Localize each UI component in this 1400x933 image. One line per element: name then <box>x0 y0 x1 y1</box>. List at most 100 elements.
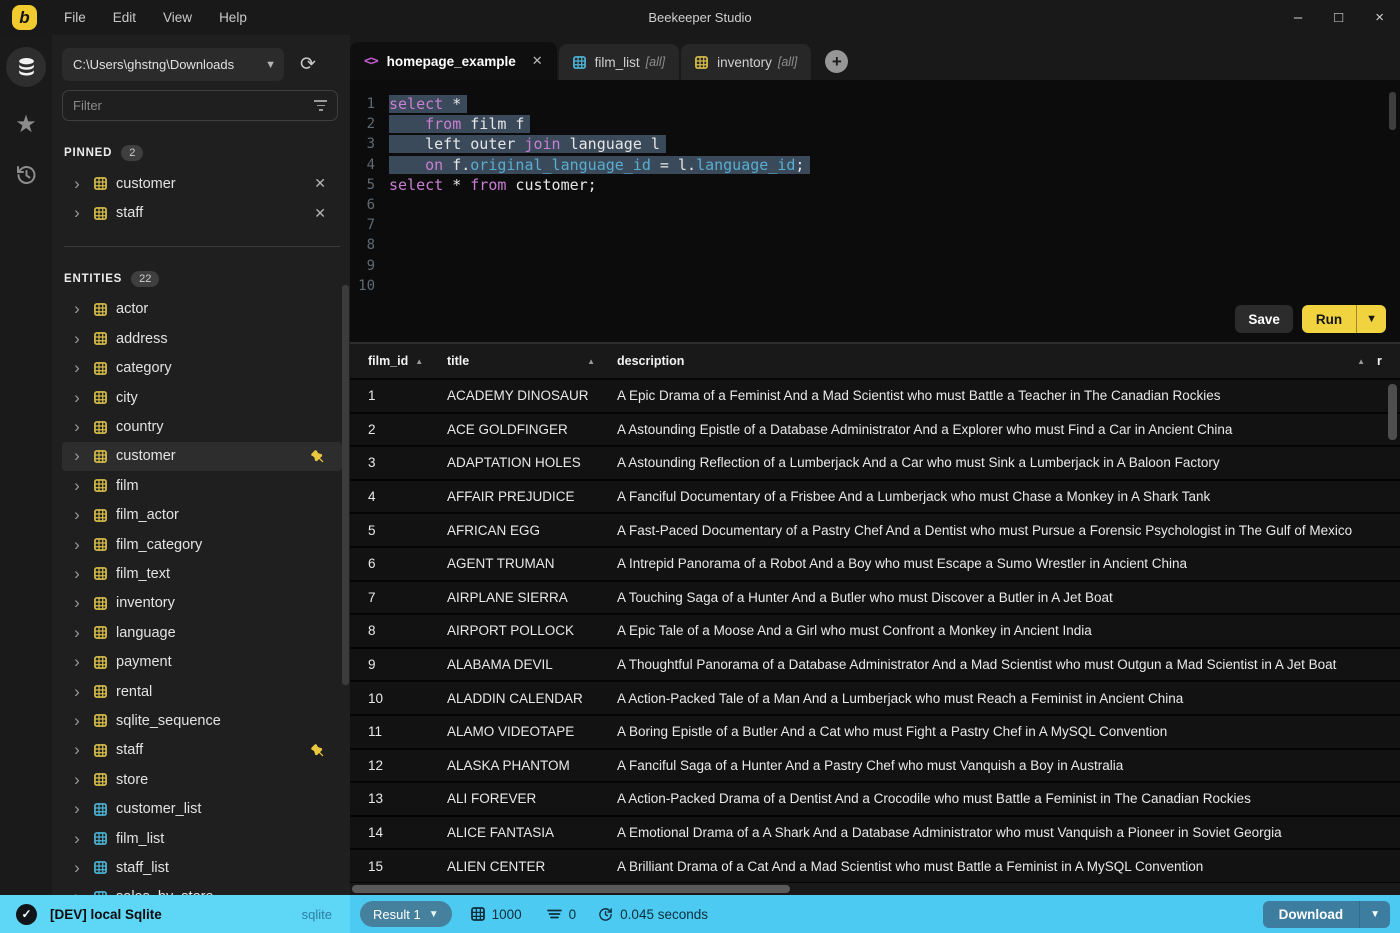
table-row[interactable]: 12 ALASKA PHANTOM A Fanciful Saga of a H… <box>350 749 1400 784</box>
sidebar-item-staff_list[interactable]: › staff_list <box>62 853 342 882</box>
sidebar-item-store[interactable]: › store <box>62 765 342 794</box>
menu-view[interactable]: View <box>163 10 192 25</box>
cell-film-id[interactable]: 6 <box>350 556 437 571</box>
sidebar-item-rental[interactable]: › rental <box>62 677 342 706</box>
cell-title[interactable]: ACADEMY DINOSAUR <box>437 388 607 403</box>
connection-status[interactable]: ✓ [DEV] local Sqlite sqlite <box>0 895 350 933</box>
refresh-icon[interactable]: ⟳ <box>300 53 316 76</box>
minimize-icon[interactable]: – <box>1294 0 1302 35</box>
cell-description[interactable]: A Brilliant Drama of a Cat And a Mad Sci… <box>607 859 1400 874</box>
cell-film-id[interactable]: 11 <box>350 724 437 739</box>
cell-description[interactable]: A Action-Packed Tale of a Man And a Lumb… <box>607 691 1400 706</box>
cell-description[interactable]: A Boring Epistle of a Butler And a Cat w… <box>607 724 1400 739</box>
save-button[interactable]: Save <box>1235 305 1293 333</box>
run-options-caret-icon[interactable]: ▼ <box>1356 305 1386 333</box>
pin-icon[interactable] <box>311 450 324 463</box>
editor-scrollbar[interactable] <box>1389 92 1396 130</box>
sql-editor[interactable]: 1 select * 2 from film f 3 left outer jo… <box>350 80 1400 342</box>
menu-edit[interactable]: Edit <box>113 10 136 25</box>
cell-title[interactable]: ALABAMA DEVIL <box>437 657 607 672</box>
cell-film-id[interactable]: 12 <box>350 758 437 773</box>
chevron-right-icon[interactable]: › <box>68 741 86 758</box>
chevron-right-icon[interactable]: › <box>68 477 86 494</box>
cell-description[interactable]: A Emotional Drama of a A Shark And a Dat… <box>607 825 1400 840</box>
cell-description[interactable]: A Epic Tale of a Moose And a Girl who mu… <box>607 623 1400 638</box>
cell-film-id[interactable]: 2 <box>350 422 437 437</box>
tab-inventory[interactable]: inventory [all] <box>681 44 812 80</box>
chevron-right-icon[interactable]: › <box>68 683 86 700</box>
sidebar-item-customer[interactable]: › customer <box>62 441 342 472</box>
sidebar-item-category[interactable]: › category <box>62 354 342 383</box>
database-tab-button[interactable] <box>6 47 46 87</box>
results-horizontal-scrollbar[interactable] <box>350 883 1400 895</box>
chevron-right-icon[interactable]: › <box>68 565 86 582</box>
cell-film-id[interactable]: 9 <box>350 657 437 672</box>
cell-film-id[interactable]: 7 <box>350 590 437 605</box>
run-button[interactable]: Run ▼ <box>1301 305 1386 333</box>
chevron-right-icon[interactable]: › <box>68 536 86 553</box>
sidebar-item-city[interactable]: › city <box>62 383 342 412</box>
cell-title[interactable]: ADAPTATION HOLES <box>437 455 607 470</box>
sidebar-item-address[interactable]: › address <box>62 324 342 353</box>
column-header-title[interactable]: title ▲ <box>437 354 607 368</box>
table-row[interactable]: 9 ALABAMA DEVIL A Thoughtful Panorama of… <box>350 648 1400 683</box>
table-row[interactable]: 6 AGENT TRUMAN A Intrepid Panorama of a … <box>350 547 1400 582</box>
sidebar-item-sqlite_sequence[interactable]: › sqlite_sequence <box>62 706 342 735</box>
sidebar-item-payment[interactable]: › payment <box>62 647 342 676</box>
sidebar-item-inventory[interactable]: › inventory <box>62 589 342 618</box>
sidebar-item-film_actor[interactable]: › film_actor <box>62 501 342 530</box>
pin-icon[interactable] <box>311 744 324 757</box>
cell-title[interactable]: ALADDIN CALENDAR <box>437 691 607 706</box>
results-vertical-scrollbar[interactable] <box>1388 384 1397 440</box>
chevron-right-icon[interactable]: › <box>68 771 86 788</box>
cell-title[interactable]: ALI FOREVER <box>437 791 607 806</box>
chevron-right-icon[interactable]: › <box>68 300 86 317</box>
favorites-star-icon[interactable]: ★ <box>15 113 37 137</box>
chevron-right-icon[interactable]: › <box>68 418 86 435</box>
cell-title[interactable]: ACE GOLDFINGER <box>437 422 607 437</box>
chevron-right-icon[interactable]: › <box>68 653 86 670</box>
menu-help[interactable]: Help <box>219 10 247 25</box>
chevron-right-icon[interactable]: › <box>68 800 86 817</box>
pinned-item-customer[interactable]: › customer ✕ <box>62 169 342 198</box>
menu-file[interactable]: File <box>64 10 86 25</box>
table-row[interactable]: 13 ALI FOREVER A Action-Packed Drama of … <box>350 783 1400 817</box>
sidebar-item-staff[interactable]: › staff <box>62 736 342 765</box>
cell-title[interactable]: ALASKA PHANTOM <box>437 758 607 773</box>
new-tab-button[interactable]: + <box>825 50 849 73</box>
cell-title[interactable]: ALICE FANTASIA <box>437 825 607 840</box>
connection-path-dropdown[interactable]: C:\Users\ghstng\Downloads ▼ <box>62 48 284 81</box>
download-button-label[interactable]: Download <box>1263 901 1360 928</box>
chevron-right-icon[interactable]: › <box>68 330 86 347</box>
chevron-right-icon[interactable]: › <box>68 712 86 729</box>
sidebar-item-language[interactable]: › language <box>62 618 342 647</box>
table-row[interactable]: 4 AFFAIR PREJUDICE A Fanciful Documentar… <box>350 480 1400 515</box>
history-icon[interactable] <box>14 163 38 192</box>
sidebar-item-actor[interactable]: › actor <box>62 295 342 324</box>
unpin-close-icon[interactable]: ✕ <box>314 175 326 192</box>
cell-description[interactable]: A Astounding Epistle of a Database Admin… <box>607 422 1400 437</box>
entity-filter-input[interactable]: Filter <box>62 90 338 121</box>
download-button[interactable]: Download ▼ <box>1262 900 1390 928</box>
cell-title[interactable]: ALAMO VIDEOTAPE <box>437 724 607 739</box>
chevron-right-icon[interactable]: › <box>68 594 86 611</box>
result-selector-button[interactable]: Result 1 ▼ <box>360 901 452 927</box>
chevron-right-icon[interactable]: › <box>68 359 86 376</box>
sidebar-item-film_list[interactable]: › film_list <box>62 824 342 853</box>
sidebar-item-film[interactable]: › film <box>62 471 342 500</box>
table-row[interactable]: 2 ACE GOLDFINGER A Astounding Epistle of… <box>350 413 1400 448</box>
cell-description[interactable]: A Fast-Paced Documentary of a Pastry Che… <box>607 523 1400 538</box>
cell-film-id[interactable]: 15 <box>350 859 437 874</box>
scrollbar-thumb[interactable] <box>352 885 790 893</box>
column-header-description[interactable]: description ▲ <box>607 354 1377 368</box>
cell-description[interactable]: A Fanciful Documentary of a Frisbee And … <box>607 489 1400 504</box>
download-options-caret-icon[interactable]: ▼ <box>1359 900 1390 928</box>
cell-title[interactable]: AFFAIR PREJUDICE <box>437 489 607 504</box>
cell-film-id[interactable]: 8 <box>350 623 437 638</box>
chevron-right-icon[interactable]: › <box>68 830 86 847</box>
column-header-film-id[interactable]: film_id ▲ <box>350 354 437 368</box>
pinned-item-staff[interactable]: › staff ✕ <box>62 198 342 227</box>
cell-film-id[interactable]: 5 <box>350 523 437 538</box>
cell-film-id[interactable]: 4 <box>350 489 437 504</box>
chevron-right-icon[interactable]: › <box>68 389 86 406</box>
